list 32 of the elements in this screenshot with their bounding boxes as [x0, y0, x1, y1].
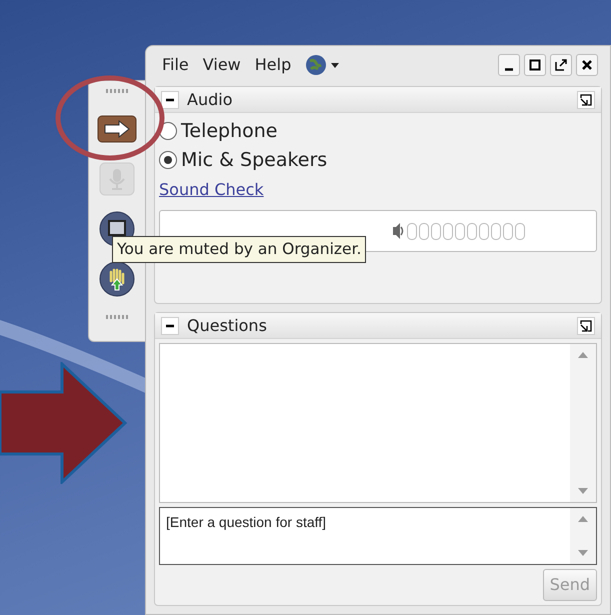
- panel-title: Questions: [187, 314, 268, 336]
- caret-icon: [331, 62, 340, 68]
- globe-menu[interactable]: [305, 54, 340, 76]
- speaker-icon: [392, 221, 404, 241]
- close-icon: [580, 58, 594, 72]
- sound-check-link[interactable]: Sound Check: [159, 178, 264, 202]
- collapse-button[interactable]: [161, 316, 179, 334]
- scroll-down-icon[interactable]: [578, 488, 588, 494]
- radio-label: Telephone: [181, 119, 278, 144]
- undock-icon: [580, 94, 592, 106]
- scroll-up-icon[interactable]: [578, 352, 588, 358]
- radio-button[interactable]: [159, 150, 177, 169]
- collapse-button[interactable]: [161, 90, 179, 108]
- scroll-down-icon[interactable]: [578, 550, 588, 556]
- scroll-up-icon[interactable]: [578, 516, 588, 522]
- close-button[interactable]: [576, 54, 598, 76]
- menu-item[interactable]: File: [162, 53, 189, 77]
- level-meter-icon: [407, 222, 525, 240]
- pop-out-icon: [554, 58, 568, 72]
- undock-icon: [580, 320, 592, 332]
- menu-item[interactable]: Help: [254, 53, 292, 77]
- maximize-button[interactable]: [524, 54, 546, 76]
- tooltip: You are muted by an Organizer.: [112, 236, 366, 264]
- undock-button[interactable]: [577, 90, 595, 108]
- menu-item[interactable]: View: [202, 53, 241, 77]
- panel-title: Audio: [187, 88, 234, 110]
- minimize-button[interactable]: [498, 54, 520, 76]
- minimize-icon: [504, 68, 514, 71]
- radio-label: Mic & Speakers: [181, 148, 328, 172]
- undock-button[interactable]: [577, 316, 595, 334]
- maximize-icon: [528, 58, 542, 72]
- pop-out-button[interactable]: [550, 54, 572, 76]
